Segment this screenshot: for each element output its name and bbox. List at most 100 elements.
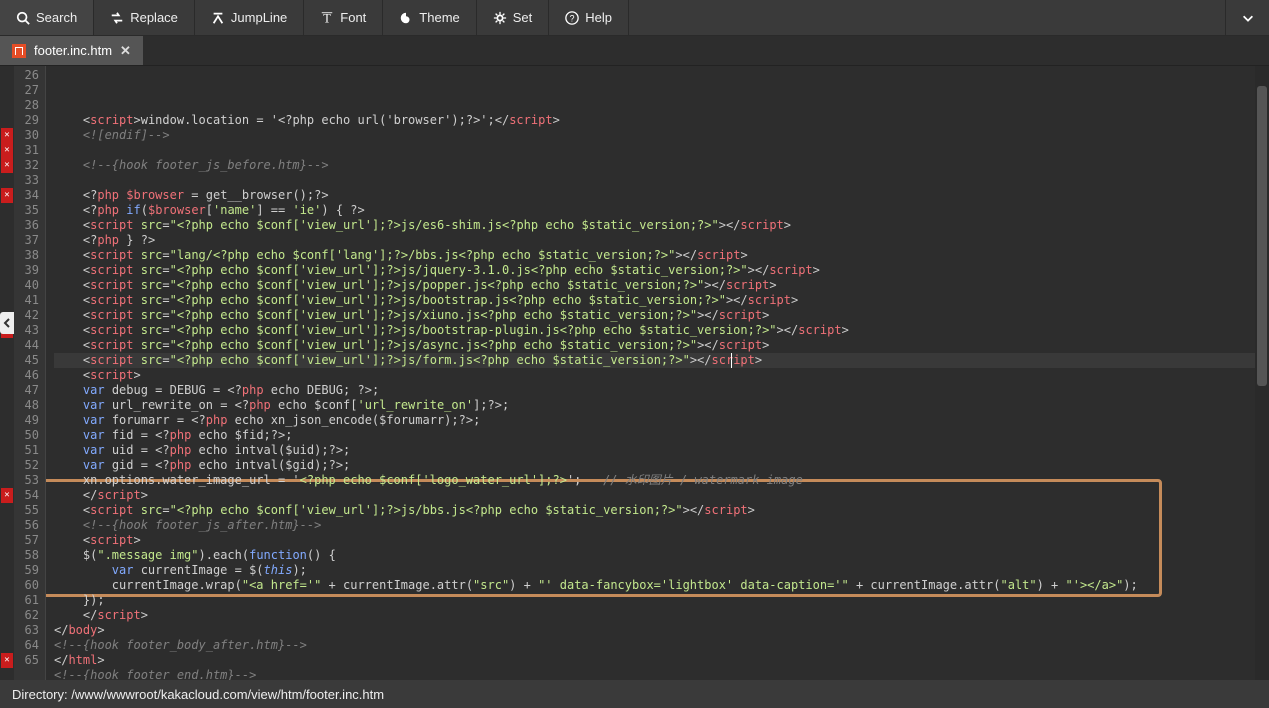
jumpline-label: JumpLine [231,10,287,25]
code-line[interactable]: <script>window.location = '<?php echo ur… [54,113,1269,128]
replace-icon [110,11,124,25]
line-number: 34 [14,188,39,203]
error-marker: ✕ [1,653,13,668]
line-number: 49 [14,413,39,428]
line-number: 52 [14,458,39,473]
line-number: 59 [14,563,39,578]
font-label: Font [340,10,366,25]
code-line[interactable]: var fid = <?php echo $fid;?>; [54,428,1269,443]
code-line[interactable]: <?php if($browser['name'] == 'ie') { ?> [54,203,1269,218]
code-line[interactable]: var forumarr = <?php echo xn_json_encode… [54,413,1269,428]
code-line[interactable]: <script src="<?php echo $conf['view_url'… [54,353,1269,368]
code-line[interactable]: </script> [54,608,1269,623]
code-line[interactable]: <script src="<?php echo $conf['view_url'… [54,293,1269,308]
line-number: 51 [14,443,39,458]
code-editor[interactable]: ✕✕✕✕✕✕✕✕✕✕✕✕✕✕✕✕✕✕✕✕✕✕✕✕✕✕✕✕✕✕✕✕✕✕✕✕✕✕✕✕… [0,66,1269,680]
status-bar: Directory: /www/wwwroot/kakacloud.com/vi… [0,680,1269,708]
theme-menu[interactable]: Theme [383,0,476,35]
toolbar-spacer [629,0,1225,35]
code-line[interactable]: <script src="lang/<?php echo $conf['lang… [54,248,1269,263]
code-line[interactable]: <!--{hook footer_body_after.htm}--> [54,638,1269,653]
code-line[interactable]: <?php $browser = get__browser();?> [54,188,1269,203]
line-number: 61 [14,593,39,608]
line-number: 41 [14,293,39,308]
code-line[interactable]: <script> [54,533,1269,548]
line-number: 48 [14,398,39,413]
code-line[interactable]: </html> [54,653,1269,668]
line-number: 50 [14,428,39,443]
html5-icon [12,44,26,58]
line-number-gutter: 2627282930313233343536373839404142434445… [14,66,46,680]
line-number: 31 [14,143,39,158]
code-line[interactable]: }); [54,593,1269,608]
code-line[interactable]: currentImage.wrap("<a href='" + currentI… [54,578,1269,593]
code-line[interactable]: <!--{hook footer_end.htm}--> [54,668,1269,680]
code-line[interactable]: <script src="<?php echo $conf['view_url'… [54,323,1269,338]
line-number: 37 [14,233,39,248]
line-number: 44 [14,338,39,353]
line-number: 57 [14,533,39,548]
code-line[interactable]: xn.options.water_image_url = '<?php echo… [54,473,1269,488]
font-icon: T [320,11,334,25]
code-line[interactable]: var debug = DEBUG = <?php echo DEBUG; ?>… [54,383,1269,398]
code-line[interactable]: <script src="<?php echo $conf['view_url'… [54,278,1269,293]
search-menu[interactable]: Search [0,0,94,35]
line-number: 63 [14,623,39,638]
line-number: 38 [14,248,39,263]
code-line[interactable]: </script> [54,488,1269,503]
line-number: 39 [14,263,39,278]
file-tab[interactable]: footer.inc.htm ✕ [0,36,143,65]
svg-text:T: T [324,11,332,25]
line-number: 43 [14,323,39,338]
code-line[interactable]: var currentImage = $(this); [54,563,1269,578]
code-line[interactable]: <script src="<?php echo $conf['view_url'… [54,503,1269,518]
error-marker: ✕ [1,143,13,158]
code-line[interactable]: <!--{hook footer_js_after.htm}--> [54,518,1269,533]
line-number: 62 [14,608,39,623]
code-area[interactable]: <script>window.location = '<?php echo ur… [46,66,1269,680]
scrollbar-thumb[interactable] [1257,86,1267,386]
vertical-scrollbar[interactable] [1255,66,1269,680]
error-marker: ✕ [1,128,13,143]
error-marker: ✕ [1,188,13,203]
line-number: 58 [14,548,39,563]
code-line[interactable]: <!--{hook footer_js_before.htm}--> [54,158,1269,173]
line-number: 32 [14,158,39,173]
error-marker: ✕ [1,158,13,173]
help-menu[interactable]: ? Help [549,0,629,35]
tab-close-button[interactable]: ✕ [120,43,131,59]
text-cursor [731,353,732,368]
help-icon: ? [565,11,579,25]
line-number: 27 [14,83,39,98]
code-line[interactable]: <![endif]--> [54,128,1269,143]
code-line[interactable]: $(".message img").each(function() { [54,548,1269,563]
line-number: 46 [14,368,39,383]
code-line[interactable]: <script src="<?php echo $conf['view_url'… [54,308,1269,323]
replace-menu[interactable]: Replace [94,0,195,35]
line-number: 26 [14,68,39,83]
code-line[interactable]: var url_rewrite_on = <?php echo $conf['u… [54,398,1269,413]
line-number: 53 [14,473,39,488]
code-line[interactable] [54,143,1269,158]
code-line[interactable]: <script src="<?php echo $conf['view_url'… [54,338,1269,353]
collapse-toolbar-button[interactable] [1225,0,1269,35]
line-number: 60 [14,578,39,593]
theme-icon [399,11,413,25]
side-chevron-tab[interactable] [0,312,14,334]
line-number: 29 [14,113,39,128]
code-line[interactable] [54,173,1269,188]
code-line[interactable]: <script src="<?php echo $conf['view_url'… [54,218,1269,233]
code-line[interactable]: <script> [54,368,1269,383]
set-menu[interactable]: Set [477,0,550,35]
line-number: 64 [14,638,39,653]
line-number: 65 [14,653,39,668]
code-line[interactable]: <?php } ?> [54,233,1269,248]
code-line[interactable]: var gid = <?php echo intval($gid);?>; [54,458,1269,473]
line-number: 33 [14,173,39,188]
code-line[interactable]: </body> [54,623,1269,638]
jumpline-menu[interactable]: JumpLine [195,0,304,35]
font-menu[interactable]: T Font [304,0,383,35]
tab-filename: footer.inc.htm [34,43,112,58]
code-line[interactable]: <script src="<?php echo $conf['view_url'… [54,263,1269,278]
code-line[interactable]: var uid = <?php echo intval($uid);?>; [54,443,1269,458]
